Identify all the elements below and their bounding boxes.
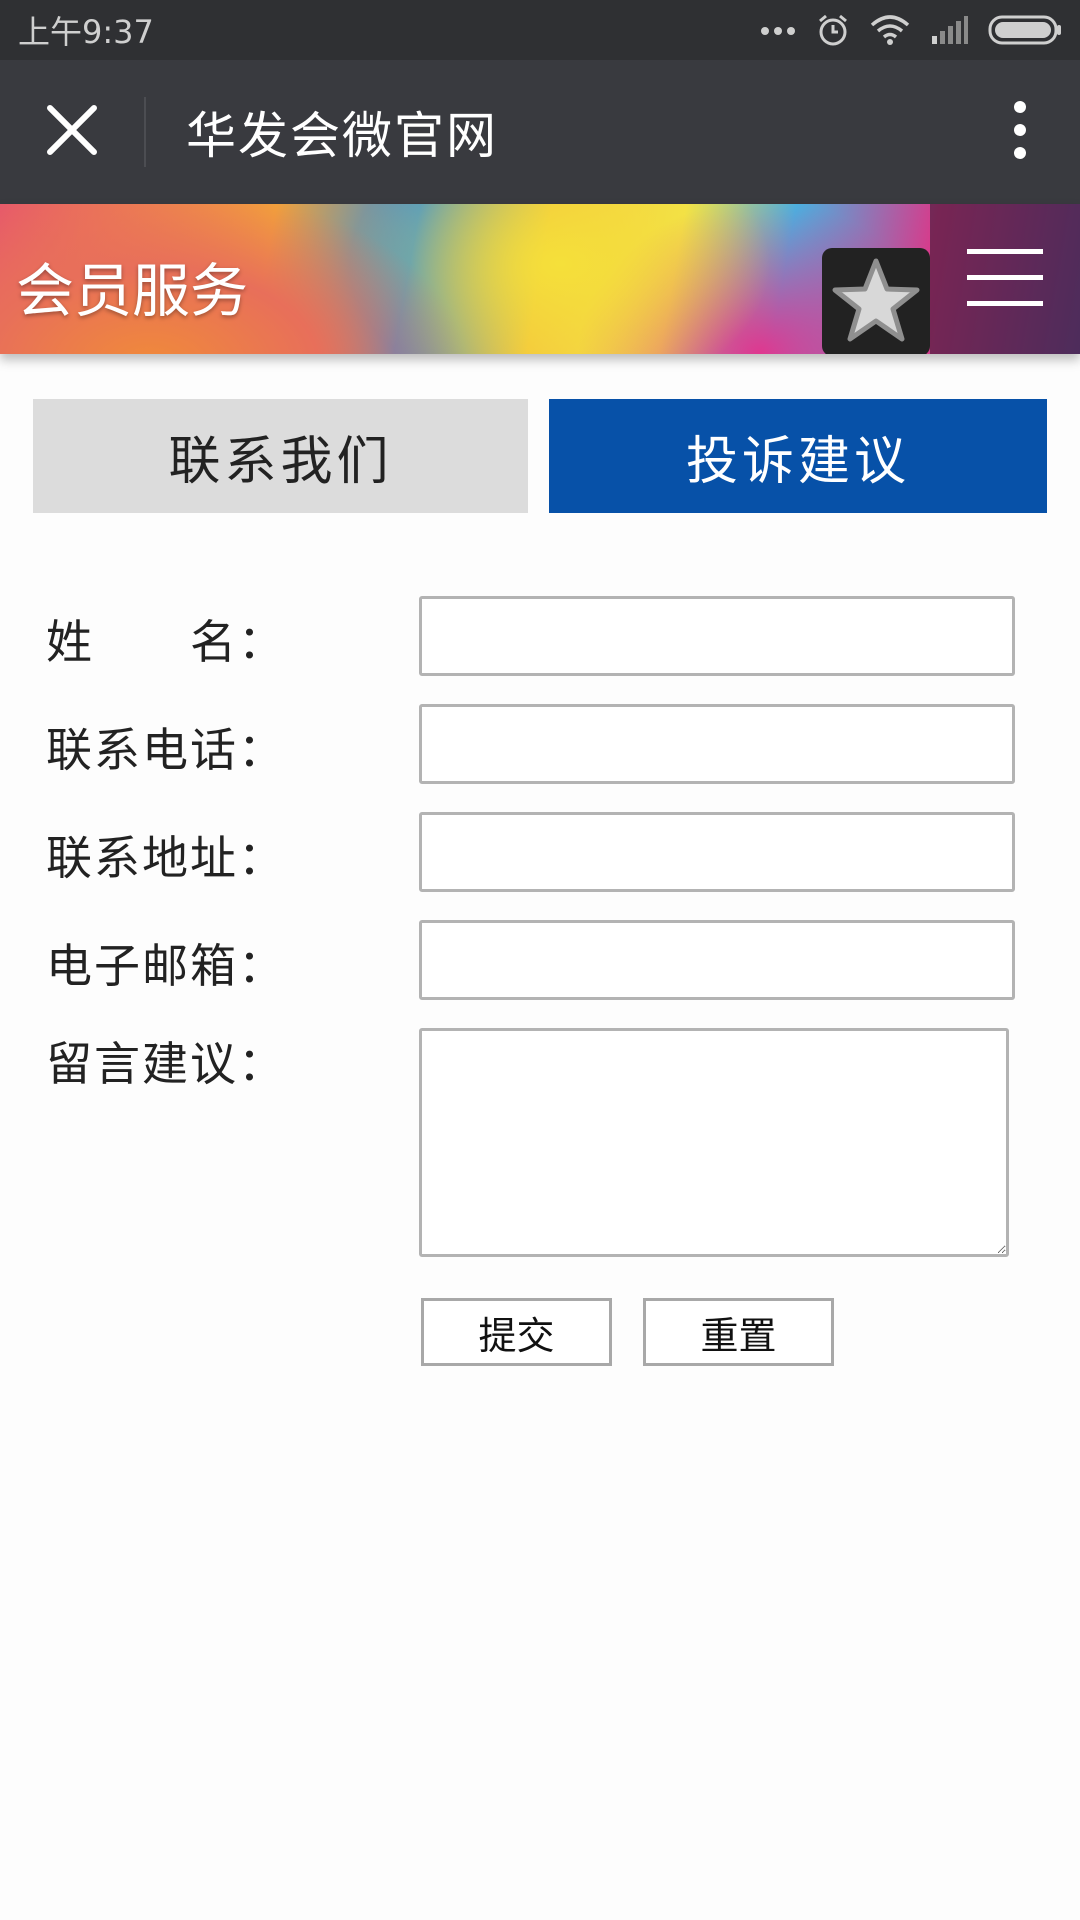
email-input[interactable] xyxy=(419,920,1015,1000)
phone-label: 联系电话： xyxy=(46,723,286,777)
header-banner: 会员服务 xyxy=(0,204,1080,354)
address-label: 联系地址： xyxy=(46,831,286,885)
address-input[interactable] xyxy=(419,812,1015,892)
star-icon xyxy=(831,257,921,347)
message-textarea[interactable] xyxy=(419,1028,1009,1257)
status-time: 上午9:37 xyxy=(18,13,154,51)
submit-button[interactable]: 提交 xyxy=(421,1298,612,1366)
favorite-button[interactable] xyxy=(822,248,930,354)
phone-input[interactable] xyxy=(419,704,1015,784)
page-title: 华发会微官网 xyxy=(186,107,498,165)
wifi-icon xyxy=(870,15,910,45)
name-label: 姓 名： xyxy=(46,615,286,669)
battery-icon xyxy=(988,15,1062,45)
tab-complaints-suggestions[interactable]: 投诉建议 xyxy=(549,399,1047,513)
reset-button[interactable]: 重置 xyxy=(643,1298,834,1366)
message-label: 留言建议： xyxy=(46,1037,286,1091)
status-icons xyxy=(760,13,1062,47)
hamburger-menu-icon xyxy=(965,245,1045,313)
close-icon xyxy=(46,104,98,160)
tab-contact-us[interactable]: 联系我们 xyxy=(33,399,528,513)
banner-title: 会员服务 xyxy=(16,257,249,325)
name-input[interactable] xyxy=(419,596,1015,676)
more-options-button[interactable] xyxy=(960,60,1080,204)
status-bar: 上午9:37 xyxy=(0,0,1080,60)
signal-dots-icon xyxy=(760,24,796,36)
email-label: 电子邮箱： xyxy=(46,939,286,993)
webview-title-bar: 华发会微官网 xyxy=(0,60,1080,204)
alarm-icon xyxy=(816,13,850,47)
menu-button[interactable] xyxy=(930,204,1080,354)
cell-signal-icon xyxy=(930,16,968,44)
more-vertical-icon xyxy=(1013,100,1027,164)
close-button[interactable] xyxy=(0,60,144,204)
